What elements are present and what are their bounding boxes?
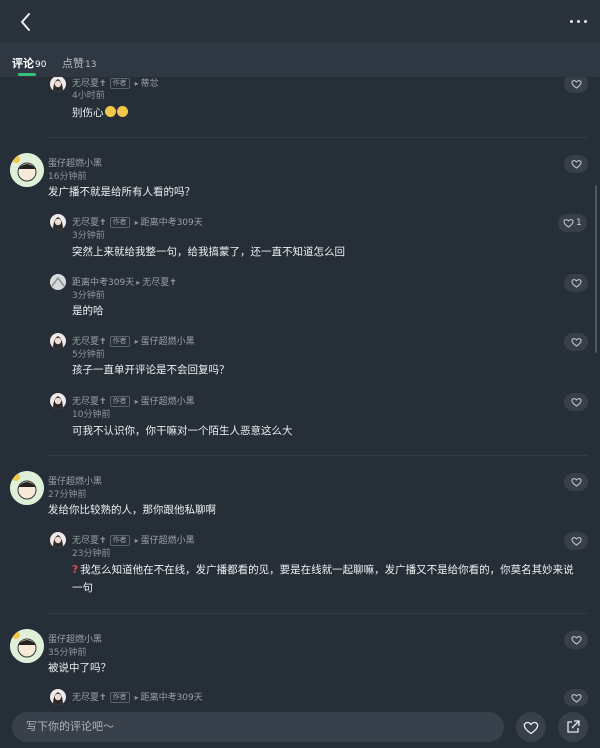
reply-author: 无尽夏✝ 作者 ▸ 距离中考309天 bbox=[72, 217, 203, 228]
more-button[interactable] bbox=[566, 10, 590, 32]
comment-text[interactable]: 发给你比较熟的人，那你跟他私聊啊 bbox=[48, 501, 548, 519]
tab-comments[interactable]: 评论90 bbox=[12, 55, 46, 71]
more-dots-icon bbox=[569, 19, 573, 23]
back-button[interactable] bbox=[12, 8, 40, 36]
heart-icon bbox=[570, 279, 582, 288]
like-button[interactable] bbox=[564, 393, 588, 411]
like-button[interactable] bbox=[564, 77, 588, 93]
avatar[interactable] bbox=[50, 274, 66, 290]
heart-icon bbox=[570, 338, 582, 347]
like-button[interactable] bbox=[564, 155, 588, 173]
reply-arrow-icon: ▸ bbox=[136, 278, 141, 287]
chevron-left-icon bbox=[21, 13, 30, 31]
comment-text[interactable]: 孩子一直单开评论是不会回复吗？ bbox=[72, 361, 572, 379]
divider bbox=[48, 137, 588, 138]
timestamp: 16分钟前 bbox=[48, 172, 87, 182]
avatar[interactable] bbox=[50, 393, 66, 409]
avatar[interactable] bbox=[50, 689, 66, 705]
comment-input[interactable]: 写下你的评论吧～ bbox=[12, 712, 504, 742]
question-emoji-icon: ? bbox=[72, 564, 79, 576]
bottom-bar: 写下你的评论吧～ bbox=[0, 706, 600, 748]
avatar[interactable] bbox=[50, 333, 66, 349]
timestamp: 4小时前 bbox=[72, 91, 105, 101]
divider bbox=[48, 613, 588, 614]
comment-author[interactable]: 蛋仔超燃小黑 bbox=[48, 156, 102, 169]
comment-text[interactable]: 被说中了吗？ bbox=[48, 659, 548, 677]
active-tab-indicator bbox=[18, 73, 36, 76]
comment-text[interactable]: 是的哈 bbox=[72, 302, 572, 320]
heart-icon bbox=[563, 219, 574, 228]
top-bar bbox=[0, 0, 600, 43]
heart-icon bbox=[570, 636, 582, 645]
heart-icon bbox=[570, 478, 582, 487]
avatar[interactable] bbox=[10, 471, 44, 505]
tab-likes[interactable]: 点赞13 bbox=[62, 55, 96, 71]
reply-author: 距离中考309天 ▸ 无尽夏✝ bbox=[72, 278, 177, 288]
comment-text[interactable]: 突然上来就给我整一句，给我搞蒙了，还一直不知道怎么回 bbox=[72, 243, 572, 261]
like-button[interactable] bbox=[564, 532, 588, 550]
heart-icon bbox=[570, 694, 582, 703]
timestamp: 3分钟前 bbox=[72, 291, 105, 301]
reply-author: 无尽夏✝ 作者 ▸ 蛋仔超燃小黑 bbox=[72, 535, 195, 546]
timestamp: 10分钟前 bbox=[72, 410, 111, 420]
like-button[interactable] bbox=[564, 473, 588, 491]
reply-arrow-icon: ▸ bbox=[134, 397, 139, 406]
like-button[interactable]: 1 bbox=[558, 214, 587, 232]
comment-text[interactable]: ? 我怎么知道他在不在线，发广播都看的见，要是在线就一起聊嘛，发广播又不是给你看的… bbox=[72, 561, 582, 597]
avatar[interactable] bbox=[10, 629, 44, 663]
heart-icon bbox=[570, 160, 582, 169]
heart-icon bbox=[570, 80, 582, 89]
comment-text[interactable]: 别伤心 bbox=[72, 104, 572, 122]
reply-arrow-icon: ▸ bbox=[134, 79, 139, 88]
like-button[interactable] bbox=[564, 689, 588, 706]
reply-arrow-icon: ▸ bbox=[134, 218, 139, 227]
share-icon bbox=[567, 720, 580, 733]
comment-text[interactable]: 发广播不就是给所有人看的吗？ bbox=[48, 183, 548, 201]
reply-author: 无尽夏✝ 作者 ▸ 蛋仔超燃小黑 bbox=[72, 336, 195, 347]
avatar[interactable] bbox=[50, 77, 66, 92]
like-button[interactable] bbox=[564, 333, 588, 351]
timestamp: 5分钟前 bbox=[72, 350, 105, 360]
comment-list[interactable]: 无尽夏✝ 作者 ▸ 蒂忿 4小时前 别伤心 蛋仔超燃小黑 16分钟前 发广播不就是给所… bbox=[0, 77, 600, 706]
divider bbox=[48, 455, 588, 456]
like-button[interactable] bbox=[564, 631, 588, 649]
reply-author: 无尽夏✝ 作者 ▸ 蛋仔超燃小黑 bbox=[72, 396, 195, 407]
comment-author[interactable]: 蛋仔超燃小黑 bbox=[48, 474, 102, 487]
timestamp: 27分钟前 bbox=[48, 490, 87, 500]
timestamp: 23分钟前 bbox=[72, 549, 111, 559]
avatar[interactable] bbox=[50, 214, 66, 230]
reply-author: 无尽夏✝ 作者 ▸ 距离中考309天 bbox=[72, 692, 203, 703]
face-emoji-icon bbox=[116, 106, 128, 117]
like-post-button[interactable] bbox=[516, 712, 546, 742]
reply-arrow-icon: ▸ bbox=[134, 536, 139, 545]
heart-icon bbox=[570, 398, 582, 407]
avatar[interactable] bbox=[10, 153, 44, 187]
reply-arrow-icon: ▸ bbox=[134, 337, 139, 346]
reply-arrow-icon: ▸ bbox=[134, 693, 139, 702]
like-button[interactable] bbox=[564, 274, 588, 292]
scrollbar[interactable] bbox=[595, 185, 597, 353]
heart-icon bbox=[523, 721, 539, 734]
timestamp: 35分钟前 bbox=[48, 648, 87, 658]
tab-bar: 评论90 点赞13 bbox=[0, 43, 600, 77]
avatar[interactable] bbox=[50, 532, 66, 548]
comment-text[interactable]: 可我不认识你，你干嘛对一个陌生人恶意这么大 bbox=[72, 422, 572, 440]
share-button[interactable] bbox=[558, 712, 588, 742]
heart-icon bbox=[570, 537, 582, 546]
timestamp: 3分钟前 bbox=[72, 231, 105, 241]
comment-author[interactable]: 蛋仔超燃小黑 bbox=[48, 632, 102, 645]
face-emoji-icon bbox=[104, 106, 116, 117]
like-count: 1 bbox=[576, 218, 582, 228]
